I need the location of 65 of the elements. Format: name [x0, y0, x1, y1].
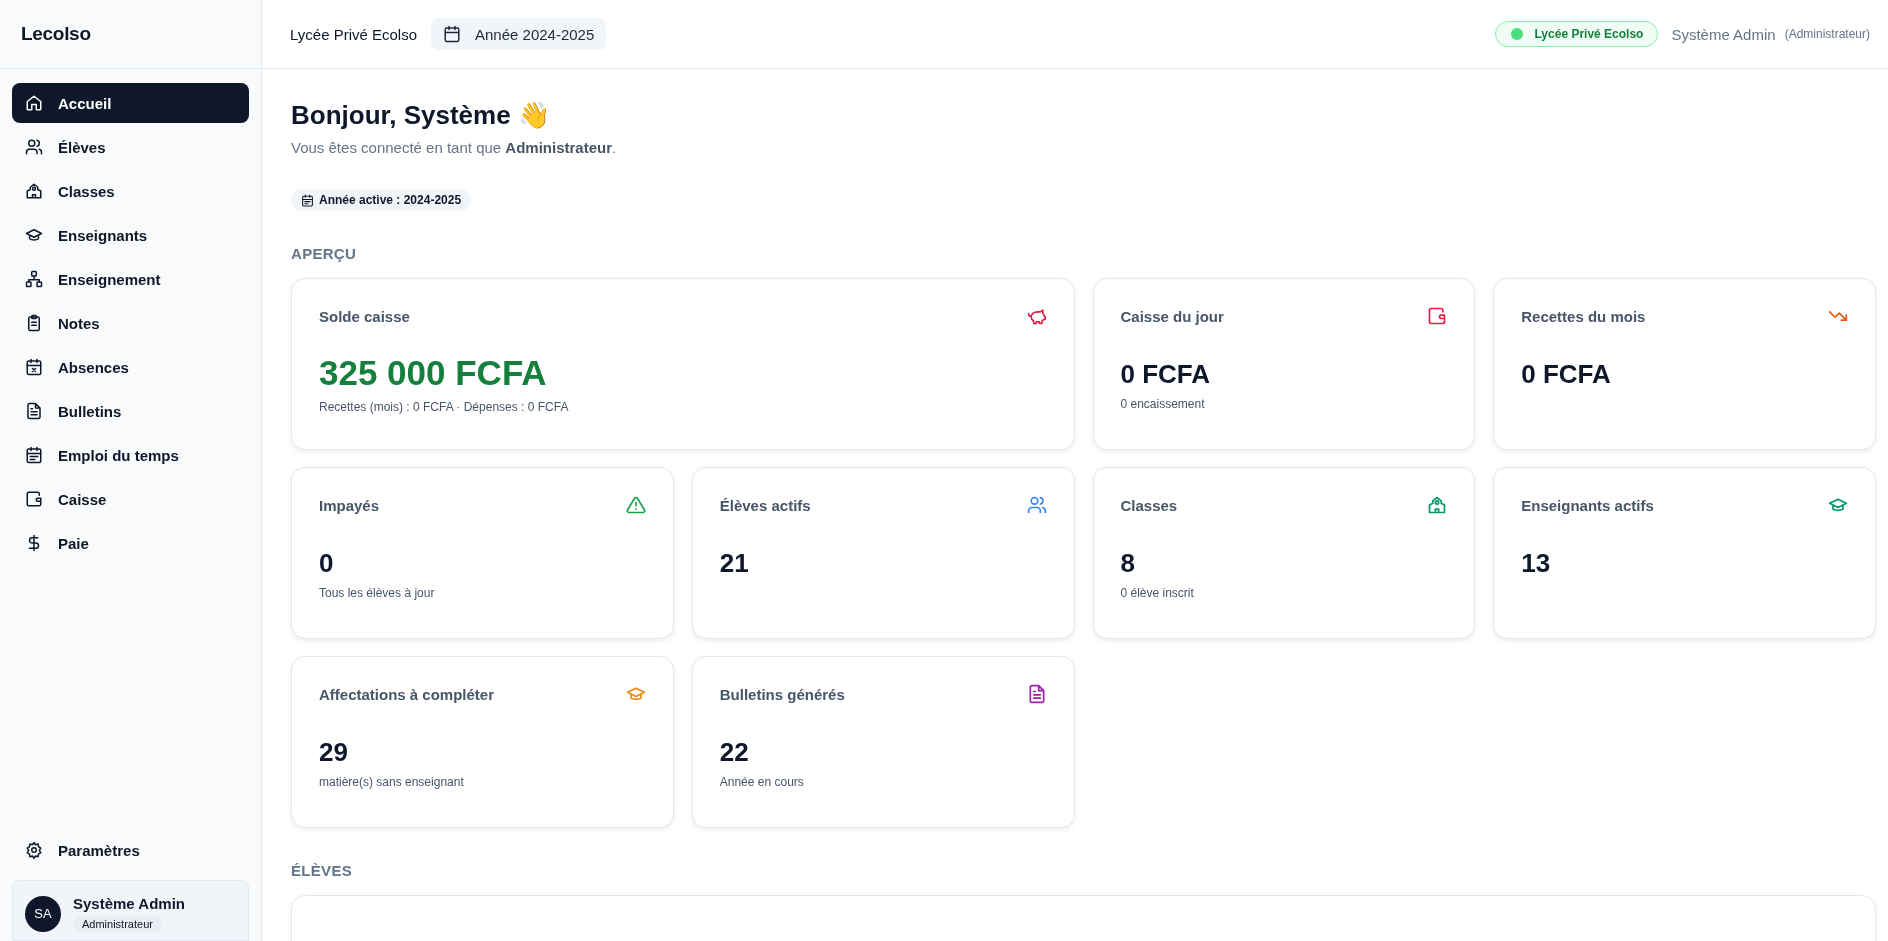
stat-value: 22 — [719, 737, 750, 768]
nav-item[interactable]: Classes — [12, 171, 249, 211]
school-name: Lycée Privé Ecolso — [290, 25, 417, 43]
stat-value: 8 — [1120, 548, 1136, 579]
card-title: Caisse du jour — [1120, 307, 1224, 325]
school-badge: Lycée Privé Ecolso — [1495, 21, 1659, 47]
nav-item[interactable]: Accueil — [12, 83, 249, 123]
card-title: Élèves actifs — [719, 496, 811, 514]
stat-note: Année en cours — [719, 775, 805, 789]
nav-item[interactable]: Paie — [12, 523, 249, 563]
section-heading: ÉLÈVES — [291, 862, 353, 879]
user-card[interactable]: SA Système Admin Administrateur — [12, 880, 249, 941]
user-name: Système Admin — [73, 895, 185, 912]
stat-note: Recettes (mois) : 0 FCFA · Dépenses : 0 FCFA — [319, 400, 570, 414]
stat-value: 0 FCFA — [1120, 359, 1212, 390]
nav-item[interactable]: Enseignement — [12, 259, 249, 299]
nav-item[interactable]: Bulletins — [12, 391, 249, 431]
status-dot-icon — [1511, 28, 1524, 40]
nav-item[interactable]: Paramètres — [12, 830, 249, 870]
card-title: Enseignants actifs — [1521, 496, 1654, 514]
stat-note: matière(s) sans enseignant — [319, 775, 465, 789]
document-icon — [25, 402, 43, 420]
nav-item[interactable]: Emploi du temps — [12, 435, 249, 475]
wallet-icon — [25, 490, 43, 508]
greeting-title: Bonjour, Système 👋 — [291, 100, 551, 131]
home-icon — [25, 94, 43, 112]
card-title: Classes — [1120, 496, 1178, 514]
stat-note: 0 encaissement — [1120, 397, 1206, 411]
graduation-cap-icon — [25, 226, 43, 244]
users-icon — [25, 138, 43, 156]
card-title: Bulletins générés — [719, 685, 845, 703]
year-selector[interactable]: Année 2024-2025 — [431, 18, 607, 50]
nav-item[interactable]: Enseignants — [12, 215, 249, 255]
app-logo: Lecolso — [21, 23, 91, 45]
nav-item[interactable]: Élèves — [12, 127, 249, 167]
card-title: Affectations à compléter — [319, 685, 495, 703]
user-name: Système Admin — [1671, 25, 1776, 43]
stat-value: 0 — [319, 548, 335, 579]
card-title: Solde caisse — [319, 307, 410, 325]
stat-note: Tous les élèves à jour — [319, 586, 436, 600]
calendar-icon — [443, 25, 461, 43]
calendar-icon — [25, 446, 43, 464]
user-role: Administrateur — [73, 916, 162, 932]
card-title: Recettes du mois — [1521, 307, 1646, 325]
user-avatar: SA — [25, 895, 61, 932]
card-title: Impayés — [319, 496, 380, 514]
stat-value: 13 — [1521, 548, 1552, 579]
stat-value: 21 — [719, 548, 750, 579]
school-icon — [25, 182, 43, 200]
calendar-x-icon — [25, 358, 43, 376]
stat-value: 0 FCFA — [1521, 359, 1612, 390]
stat-note: 0 élève inscrit — [1120, 586, 1195, 600]
nav-item[interactable]: Notes — [12, 303, 249, 343]
active-year-chip: Année active : 2024-2025 — [291, 189, 472, 211]
stat-value: 325 000 FCFA — [319, 353, 548, 393]
nav-item[interactable]: Caisse — [12, 479, 249, 519]
user-role: (Administrateur) — [1784, 27, 1870, 41]
nav-item[interactable]: Absences — [12, 347, 249, 387]
calendar-icon — [301, 193, 314, 207]
section-heading: APERÇU — [291, 245, 358, 262]
stat-value: 29 — [319, 737, 349, 768]
settings-icon — [25, 841, 43, 859]
clipboard-icon — [25, 314, 43, 332]
greeting-subtitle: Vous êtes connecté en tant que Administrateur. — [291, 139, 618, 156]
hierarchy-icon — [25, 270, 43, 288]
